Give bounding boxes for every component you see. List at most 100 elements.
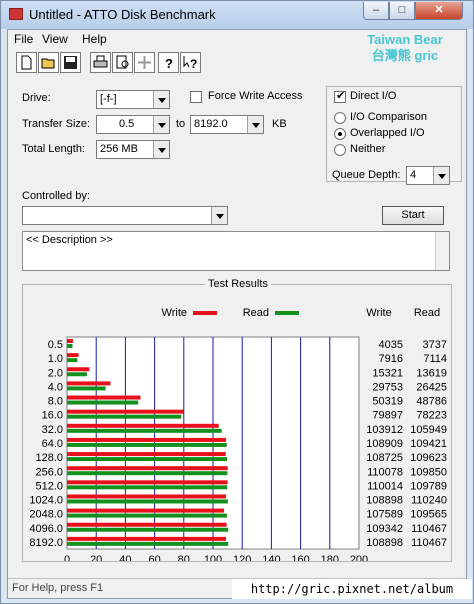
- new-icon[interactable]: [16, 52, 37, 73]
- x-tick-label: 0: [64, 554, 70, 561]
- direct-io-checkbox[interactable]: [334, 89, 346, 103]
- read-value: 109789: [410, 480, 447, 492]
- open-icon[interactable]: [38, 52, 59, 73]
- print-icon[interactable]: [90, 52, 111, 73]
- write-value: 109342: [366, 523, 403, 535]
- menu-help[interactable]: Help: [82, 32, 107, 46]
- transfer-from-value: 0.5: [119, 118, 135, 130]
- write-bar: [67, 466, 228, 471]
- to-label: to: [176, 118, 186, 130]
- total-length-select[interactable]: 256 MB: [96, 140, 170, 159]
- neither-label: Neither: [350, 143, 386, 155]
- io-comparison-label: I/O Comparison: [350, 111, 428, 123]
- y-tick-label: 2048.0: [29, 509, 63, 521]
- description-field[interactable]: << Description >>: [22, 231, 450, 271]
- write-column-header: Write: [366, 307, 391, 319]
- read-value: 3737: [423, 339, 447, 351]
- y-tick-label: 32.0: [42, 424, 63, 436]
- y-tick-label: 0.5: [48, 339, 63, 351]
- queue-depth-value: 4: [410, 169, 417, 181]
- drive-value: [-f-]: [100, 93, 117, 105]
- transfer-to-select[interactable]: 8192.0: [190, 115, 264, 134]
- neither-radio[interactable]: [334, 144, 346, 156]
- print-preview-icon[interactable]: [112, 52, 133, 73]
- move-icon[interactable]: [134, 52, 155, 73]
- legend-write-label: Write: [162, 307, 187, 319]
- total-length-value: 256 MB: [100, 143, 138, 155]
- io-comparison-radio[interactable]: [334, 112, 346, 124]
- write-value: 15321: [372, 367, 403, 379]
- read-value: 110240: [411, 495, 447, 507]
- force-write-label: Force Write Access: [208, 90, 303, 102]
- chevron-down-icon[interactable]: [211, 207, 227, 224]
- direct-io-label: Direct I/O: [350, 90, 397, 102]
- url-watermark: http://gric.pixnet.net/album: [232, 579, 472, 599]
- minimize-button[interactable]: –: [363, 2, 389, 20]
- y-tick-label: 2.0: [48, 367, 63, 379]
- write-value: 103912: [366, 424, 403, 436]
- read-bar: [67, 485, 228, 490]
- controlled-by-select[interactable]: [22, 206, 228, 225]
- read-value: 13619: [416, 367, 447, 379]
- menu-view[interactable]: View: [42, 32, 68, 46]
- read-column-header: Read: [414, 307, 440, 319]
- svg-text:?: ?: [190, 57, 197, 70]
- results-chart: 020406080100120140160180200Transfer Rate…: [29, 307, 447, 561]
- drive-select[interactable]: [-f-]: [96, 90, 170, 109]
- y-tick-label: 128.0: [35, 452, 63, 464]
- queue-depth-select[interactable]: 4: [406, 166, 450, 185]
- legend-write-swatch: [193, 311, 217, 315]
- write-bar: [67, 452, 226, 457]
- write-bar: [67, 536, 226, 541]
- read-bar: [67, 541, 229, 546]
- menu-file[interactable]: File: [14, 32, 33, 46]
- y-tick-label: 1.0: [48, 353, 63, 365]
- chevron-down-icon[interactable]: [247, 116, 263, 133]
- description-scrollbar[interactable]: [435, 232, 449, 270]
- x-tick-label: 140: [262, 554, 280, 561]
- save-icon[interactable]: [60, 52, 81, 73]
- chevron-down-icon[interactable]: [153, 141, 169, 158]
- chevron-down-icon[interactable]: [153, 91, 169, 108]
- write-value: 79897: [372, 410, 403, 422]
- write-value: 107589: [366, 509, 403, 521]
- write-value: 108725: [366, 452, 403, 464]
- y-tick-label: 4096.0: [29, 523, 63, 535]
- write-bar: [67, 409, 184, 414]
- title-bar[interactable]: Untitled - ATTO Disk Benchmark – □ ✕: [1, 1, 473, 29]
- legend-read-swatch: [275, 311, 299, 315]
- app-window: Untitled - ATTO Disk Benchmark – □ ✕ Fil…: [0, 0, 474, 604]
- kb-label: KB: [272, 118, 287, 130]
- queue-depth-label: Queue Depth:: [332, 169, 401, 181]
- write-bar: [67, 395, 141, 400]
- read-bar: [67, 386, 106, 391]
- write-bar: [67, 339, 73, 343]
- x-tick-label: 60: [148, 554, 160, 561]
- transfer-from-select[interactable]: 0.5: [96, 115, 170, 134]
- read-bar: [67, 513, 227, 518]
- help-icon[interactable]: ?: [158, 52, 179, 73]
- x-tick-label: 200: [350, 554, 368, 561]
- read-bar: [67, 499, 228, 504]
- window-title: Untitled - ATTO Disk Benchmark: [29, 7, 216, 22]
- start-button[interactable]: Start: [382, 206, 444, 225]
- write-bar: [67, 522, 227, 527]
- y-tick-label: 8.0: [48, 396, 63, 408]
- transfer-size-label: Transfer Size:: [22, 118, 91, 130]
- context-help-icon[interactable]: ?: [180, 52, 201, 73]
- close-button[interactable]: ✕: [415, 2, 463, 20]
- overlapped-io-label: Overlapped I/O: [350, 127, 425, 139]
- read-bar: [67, 442, 227, 447]
- force-write-checkbox[interactable]: [190, 91, 202, 103]
- x-tick-label: 160: [291, 554, 309, 561]
- chevron-down-icon[interactable]: [153, 116, 169, 133]
- read-value: 105949: [410, 424, 447, 436]
- read-value: 109623: [410, 452, 447, 464]
- y-tick-label: 64.0: [42, 438, 63, 450]
- read-value: 48786: [416, 396, 447, 408]
- maximize-button[interactable]: □: [389, 2, 415, 20]
- overlapped-io-radio[interactable]: [334, 128, 346, 140]
- y-tick-label: 512.0: [35, 480, 63, 492]
- total-length-label: Total Length:: [22, 143, 85, 155]
- chevron-down-icon[interactable]: [433, 167, 449, 184]
